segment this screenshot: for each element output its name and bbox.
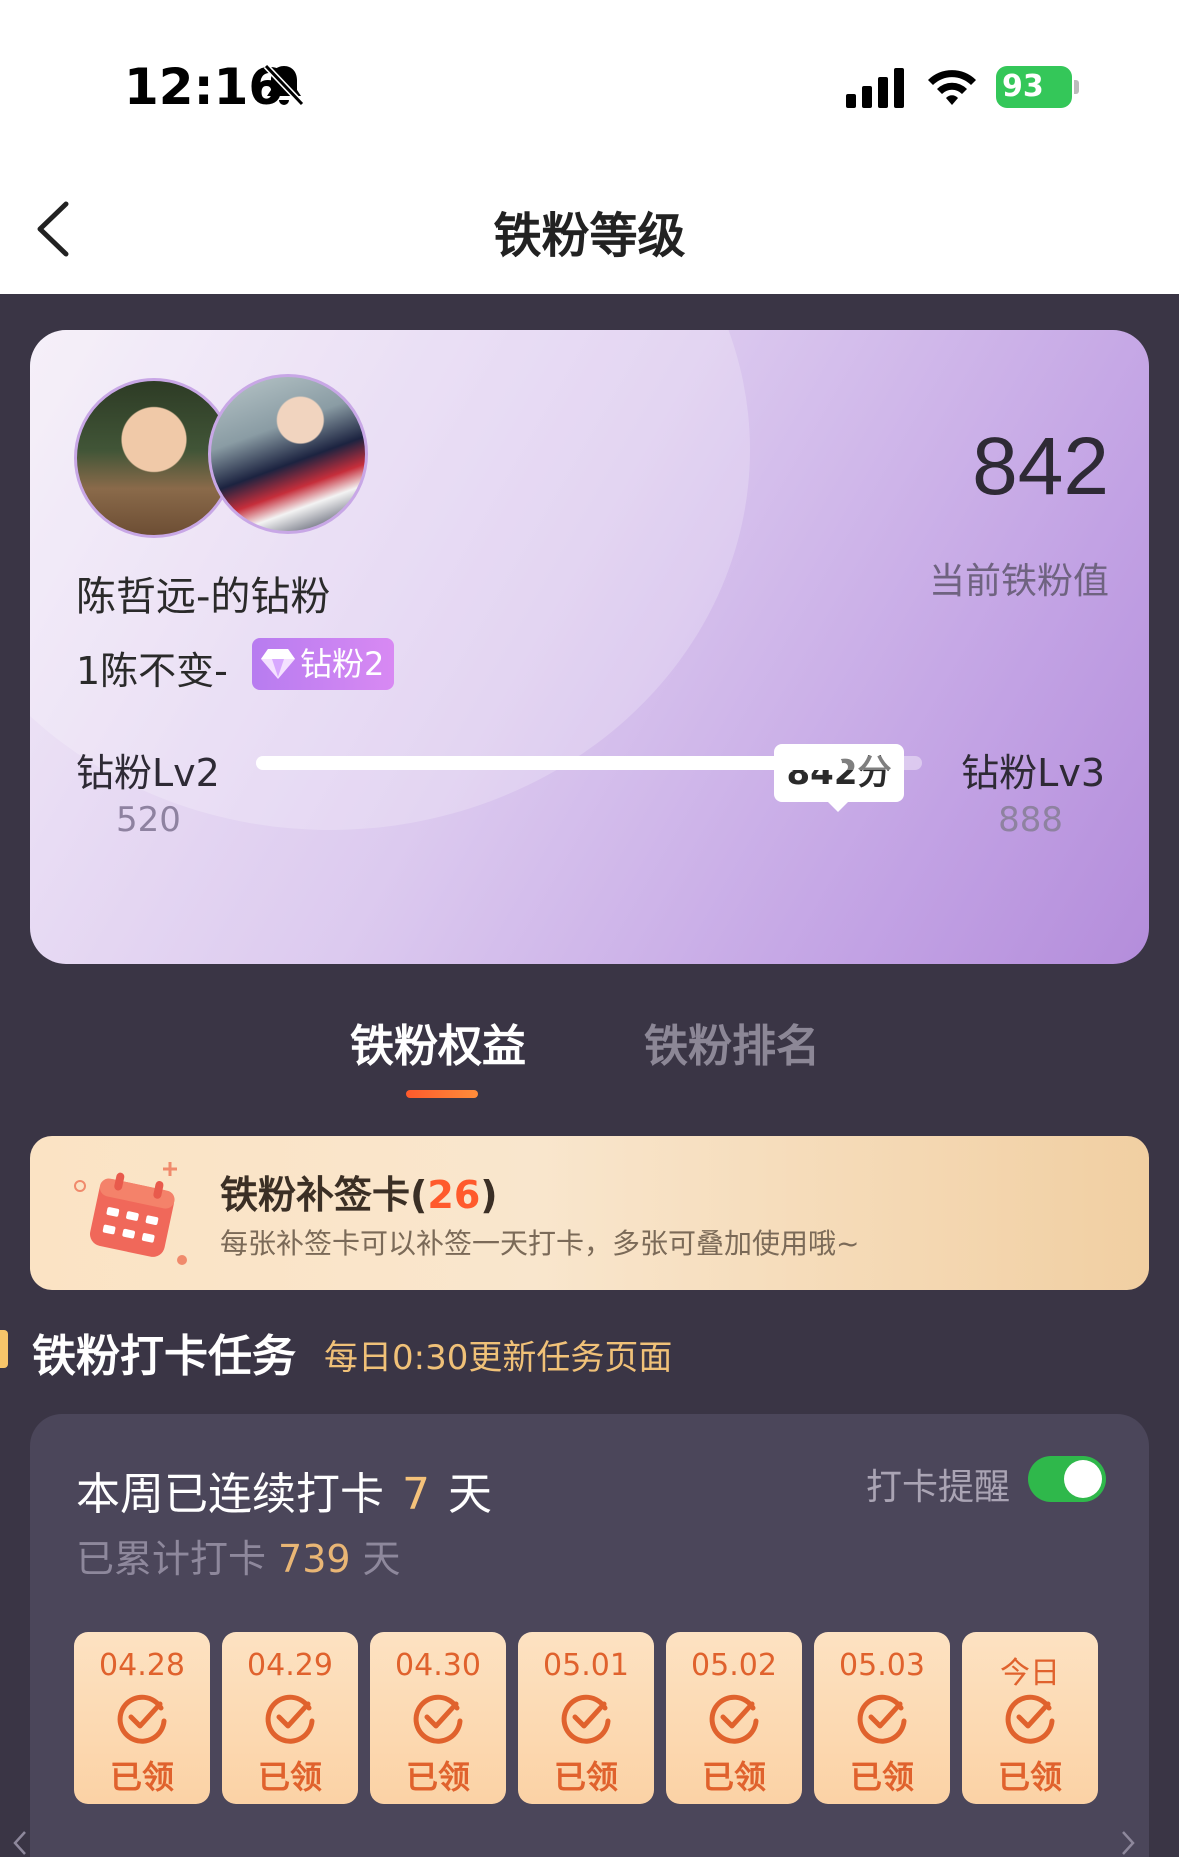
supplement-card[interactable]: 铁粉补签卡(26) 每张补签卡可以补签一天打卡，多张可叠加使用哦~ [30, 1136, 1149, 1290]
check-circle-icon [117, 1694, 167, 1744]
checkin-day-status: 已领 [997, 1758, 1062, 1796]
progress-tooltip: 842分 [774, 744, 904, 802]
reminder-label: 打卡提醒 [866, 1467, 1011, 1508]
bell-off-icon [263, 63, 305, 107]
wifi-icon [928, 70, 976, 105]
reminder-toggle[interactable] [1028, 1456, 1106, 1502]
level-progress-fill [256, 756, 843, 770]
checkin-day-date: 04.29 [247, 1648, 333, 1683]
total-days: 739 [278, 1537, 351, 1581]
check-circle-icon [1005, 1694, 1055, 1744]
status-bar: 12:16 93 [0, 0, 1179, 170]
check-circle-icon [857, 1694, 907, 1744]
checkin-day-date: 05.02 [691, 1648, 777, 1683]
checkin-day-row: 04.28 已领 04.29 已领 04.30 已领 05.01 已领 05.02 已领 05.03… [74, 1632, 1114, 1832]
fan-level-badge: 钻粉2 [252, 638, 395, 690]
checkin-day-date: 04.28 [99, 1648, 185, 1683]
diamond-icon [261, 649, 295, 679]
user-name: 1陈不变- [76, 649, 228, 693]
battery-icon: 93 [996, 66, 1080, 108]
main-content: 陈哲远-的钻粉 1陈不变- 钻粉2 842 当前铁粉值 842分 钻粉Lv2 钻… [0, 294, 1179, 1857]
supplement-card-description: 每张补签卡可以补签一天打卡，多张可叠加使用哦~ [220, 1227, 860, 1260]
checkin-day-date: 05.03 [839, 1648, 925, 1683]
checkin-day-1[interactable]: 04.29 已领 [222, 1632, 358, 1804]
check-circle-icon [413, 1694, 463, 1744]
next-level-label: 钻粉Lv3 [961, 751, 1105, 795]
checkin-day-4[interactable]: 05.02 已领 [666, 1632, 802, 1804]
check-circle-icon [709, 1694, 759, 1744]
checkin-day-date: 05.01 [543, 1648, 629, 1683]
user-avatar[interactable] [208, 374, 368, 534]
level-progress-bar [256, 756, 922, 770]
checkin-day-5[interactable]: 05.03 已领 [814, 1632, 950, 1804]
checkin-section-title: 铁粉打卡任务 [32, 1331, 296, 1382]
chevron-left-icon[interactable] [10, 1828, 30, 1857]
checkin-section-subtitle: 每日0:30更新任务页面 [324, 1338, 673, 1378]
signal-icon [846, 68, 904, 108]
checkin-day-status: 已领 [849, 1758, 914, 1796]
checkin-card: 本周已连续打卡 7 天 已累计打卡 739 天 打卡提醒 04.28 已领 04.29 已领 0… [30, 1414, 1149, 1857]
page-title: 铁粉等级 [493, 208, 686, 264]
checkin-day-status: 已领 [405, 1758, 470, 1796]
tab-fan-benefits[interactable]: 铁粉权益 [350, 1010, 526, 1074]
current-level-label: 钻粉Lv2 [76, 751, 220, 795]
streak-days: 7 [402, 1469, 430, 1520]
weekly-streak: 本周已连续打卡 7 天 [76, 1469, 492, 1520]
checkin-day-3[interactable]: 05.01 已领 [518, 1632, 654, 1804]
checkin-day-date: 今日 [1000, 1656, 1060, 1691]
checkin-day-status: 已领 [109, 1758, 174, 1796]
battery-level: 93 [996, 66, 1072, 108]
checkin-day-status: 已领 [553, 1758, 618, 1796]
status-time: 12:16 [124, 58, 284, 116]
checkin-day-0[interactable]: 04.28 已领 [74, 1632, 210, 1804]
section-accent-bar [0, 1330, 8, 1368]
check-circle-icon [561, 1694, 611, 1744]
fan-level-card: 陈哲远-的钻粉 1陈不变- 钻粉2 842 当前铁粉值 842分 钻粉Lv2 钻… [30, 330, 1149, 964]
fan-score: 842 [972, 421, 1109, 512]
total-checkins: 已累计打卡 739 天 [76, 1537, 401, 1581]
supplement-card-title: 铁粉补签卡(26) [220, 1173, 498, 1217]
fan-group-name: 陈哲远-的钻粉 [76, 574, 331, 620]
next-level-max: 888 [998, 800, 1063, 840]
chevron-right-icon[interactable] [1118, 1828, 1138, 1857]
tab-active-indicator [406, 1090, 478, 1098]
supplement-card-count: 26 [427, 1173, 481, 1217]
checkin-day-status: 已领 [257, 1758, 322, 1796]
checkin-day-status: 已领 [701, 1758, 766, 1796]
badge-label: 钻粉2 [300, 645, 385, 683]
checkin-day-date: 04.30 [395, 1648, 481, 1683]
calendar-icon [74, 1162, 187, 1265]
current-level-min: 520 [116, 800, 181, 840]
checkin-day-2[interactable]: 04.30 已领 [370, 1632, 506, 1804]
checkin-day-6[interactable]: 今日 已领 [962, 1632, 1098, 1804]
tab-fan-ranking[interactable]: 铁粉排名 [644, 1010, 820, 1074]
fan-score-label: 当前铁粉值 [928, 561, 1109, 602]
check-circle-icon [265, 1694, 315, 1744]
nav-bar: 铁粉等级 [0, 170, 1179, 294]
